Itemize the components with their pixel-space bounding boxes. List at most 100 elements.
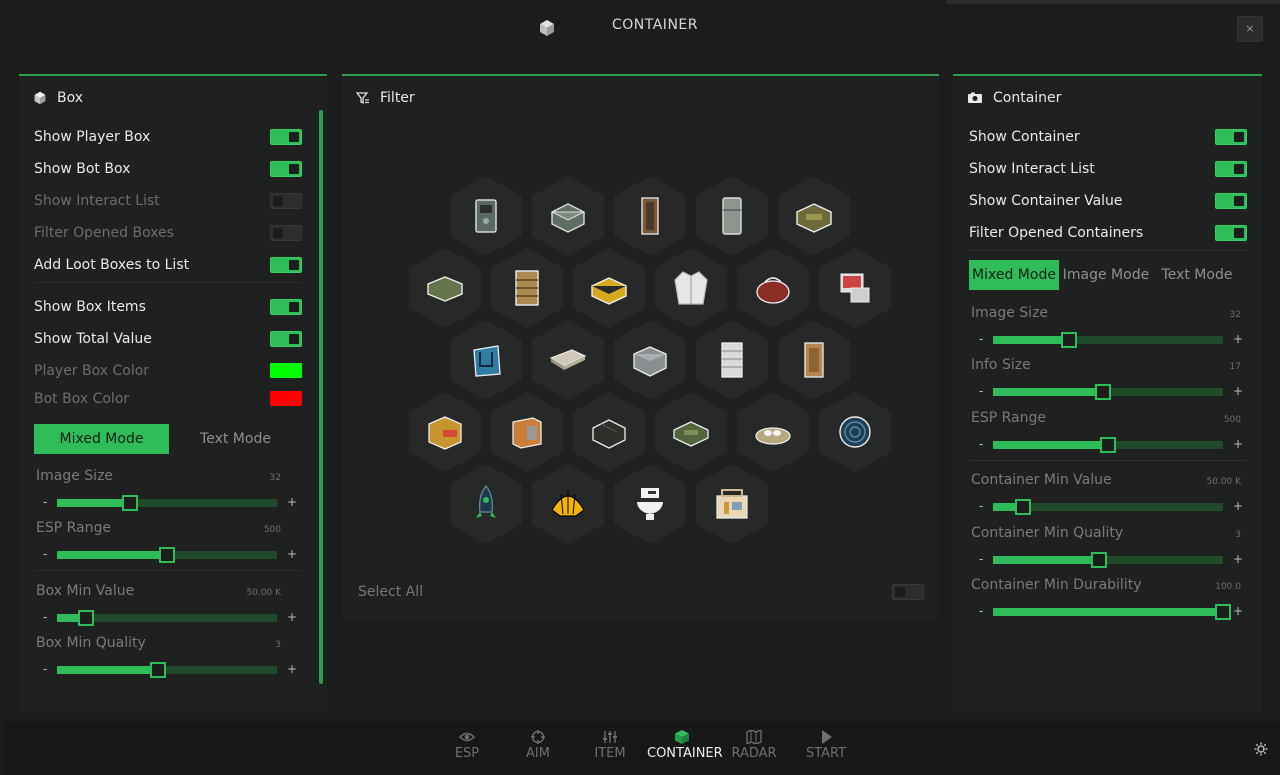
slider-increment[interactable]: + xyxy=(1233,384,1243,398)
mode-button[interactable]: Mixed Mode xyxy=(34,424,169,454)
slider-thumb[interactable] xyxy=(1095,384,1112,400)
nav-tab-container[interactable]: CONTAINER xyxy=(647,730,723,761)
filter-item[interactable] xyxy=(778,176,850,256)
filter-item[interactable] xyxy=(450,320,522,400)
slider-decrement[interactable]: - xyxy=(979,552,983,566)
slider-thumb[interactable] xyxy=(1014,499,1031,515)
slider-decrement[interactable]: - xyxy=(43,495,47,509)
slider-decrement[interactable]: - xyxy=(43,610,47,624)
slider-track[interactable] xyxy=(57,547,277,563)
filter-item[interactable] xyxy=(778,320,850,400)
slider-track[interactable] xyxy=(57,610,277,626)
slider-thumb[interactable] xyxy=(77,610,94,626)
filter-item[interactable] xyxy=(696,464,768,544)
color-row[interactable]: Player Box Color xyxy=(34,360,302,382)
slider-thumb[interactable] xyxy=(1060,332,1077,348)
slider-track[interactable] xyxy=(993,384,1223,400)
slider-thumb[interactable] xyxy=(150,662,167,678)
box-toggle-row[interactable]: Filter Opened Boxes xyxy=(34,222,302,244)
filter-item[interactable] xyxy=(573,392,645,472)
color-swatch[interactable] xyxy=(270,391,302,406)
slider-increment[interactable]: + xyxy=(287,547,297,561)
slider-increment[interactable]: + xyxy=(1233,604,1243,618)
toggle-switch[interactable] xyxy=(270,225,302,241)
box-toggle-row[interactable]: Show Box Items xyxy=(34,296,302,318)
container-toggle-row[interactable]: Filter Opened Containers xyxy=(969,222,1247,244)
box-toggle-row[interactable]: Add Loot Boxes to List xyxy=(34,254,302,276)
filter-item[interactable] xyxy=(450,176,522,256)
container-toggle-row[interactable]: Show Container xyxy=(969,126,1247,148)
select-all-toggle[interactable] xyxy=(892,584,924,600)
nav-tab-esp[interactable]: ESP xyxy=(432,730,502,761)
filter-item[interactable] xyxy=(491,392,563,472)
filter-item[interactable] xyxy=(532,464,604,544)
slider-decrement[interactable]: - xyxy=(979,437,983,451)
filter-item[interactable] xyxy=(614,464,686,544)
slider-thumb[interactable] xyxy=(1090,552,1107,568)
slider-decrement[interactable]: - xyxy=(43,662,47,676)
filter-item[interactable] xyxy=(614,320,686,400)
slider-increment[interactable]: + xyxy=(1233,552,1243,566)
toggle-switch[interactable] xyxy=(1215,161,1247,177)
color-row[interactable]: Bot Box Color xyxy=(34,388,302,410)
toggle-switch[interactable] xyxy=(270,129,302,145)
nav-tab-radar[interactable]: RADAR xyxy=(719,730,789,761)
gear-icon[interactable] xyxy=(1254,742,1268,756)
nav-tab-start[interactable]: START xyxy=(791,730,861,761)
slider-decrement[interactable]: - xyxy=(979,384,983,398)
slider-track[interactable] xyxy=(993,499,1223,515)
filter-item[interactable] xyxy=(737,248,809,328)
slider-decrement[interactable]: - xyxy=(43,547,47,561)
filter-item[interactable] xyxy=(532,320,604,400)
toggle-switch[interactable] xyxy=(270,161,302,177)
nav-tab-item[interactable]: ITEM xyxy=(575,730,645,761)
toggle-switch[interactable] xyxy=(270,257,302,273)
box-toggle-row[interactable]: Show Bot Box xyxy=(34,158,302,180)
color-swatch[interactable] xyxy=(270,363,302,378)
box-panel-scrollbar[interactable] xyxy=(319,110,323,684)
toggle-switch[interactable] xyxy=(1215,225,1247,241)
slider-increment[interactable]: + xyxy=(287,610,297,624)
slider-decrement[interactable]: - xyxy=(979,332,983,346)
filter-item[interactable] xyxy=(532,176,604,256)
mode-button[interactable]: Text Mode xyxy=(169,424,302,454)
slider-increment[interactable]: + xyxy=(1233,332,1243,346)
filter-item[interactable] xyxy=(614,176,686,256)
nav-tab-aim[interactable]: AIM xyxy=(503,730,573,761)
slider-track[interactable] xyxy=(993,552,1223,568)
box-toggle-row[interactable]: Show Total Value xyxy=(34,328,302,350)
slider-track[interactable] xyxy=(57,662,277,678)
toggle-switch[interactable] xyxy=(1215,129,1247,145)
slider-track[interactable] xyxy=(57,495,277,511)
toggle-switch[interactable] xyxy=(1215,193,1247,209)
filter-item[interactable] xyxy=(409,248,481,328)
slider-track[interactable] xyxy=(993,437,1223,453)
filter-item[interactable] xyxy=(696,176,768,256)
slider-thumb[interactable] xyxy=(1215,604,1231,620)
mode-button[interactable]: Image Mode xyxy=(1059,260,1153,290)
slider-increment[interactable]: + xyxy=(1233,437,1243,451)
slider-decrement[interactable]: - xyxy=(979,499,983,513)
slider-thumb[interactable] xyxy=(121,495,138,511)
slider-increment[interactable]: + xyxy=(287,662,297,676)
slider-thumb[interactable] xyxy=(1100,437,1116,453)
slider-increment[interactable]: + xyxy=(287,495,297,509)
close-button[interactable]: × xyxy=(1237,16,1263,42)
box-toggle-row[interactable]: Show Interact List xyxy=(34,190,302,212)
slider-track[interactable] xyxy=(993,332,1223,348)
filter-item[interactable] xyxy=(819,248,891,328)
filter-item[interactable] xyxy=(696,320,768,400)
toggle-switch[interactable] xyxy=(270,193,302,209)
slider-increment[interactable]: + xyxy=(1233,499,1243,513)
filter-item[interactable] xyxy=(491,248,563,328)
filter-item[interactable] xyxy=(819,392,891,472)
mode-button[interactable]: Text Mode xyxy=(1153,260,1241,290)
filter-item[interactable] xyxy=(573,248,645,328)
filter-item[interactable] xyxy=(655,248,727,328)
slider-thumb[interactable] xyxy=(159,547,175,563)
slider-track[interactable] xyxy=(993,604,1231,620)
toggle-switch[interactable] xyxy=(270,331,302,347)
filter-item[interactable] xyxy=(655,392,727,472)
filter-item[interactable] xyxy=(737,392,809,472)
container-toggle-row[interactable]: Show Container Value xyxy=(969,190,1247,212)
